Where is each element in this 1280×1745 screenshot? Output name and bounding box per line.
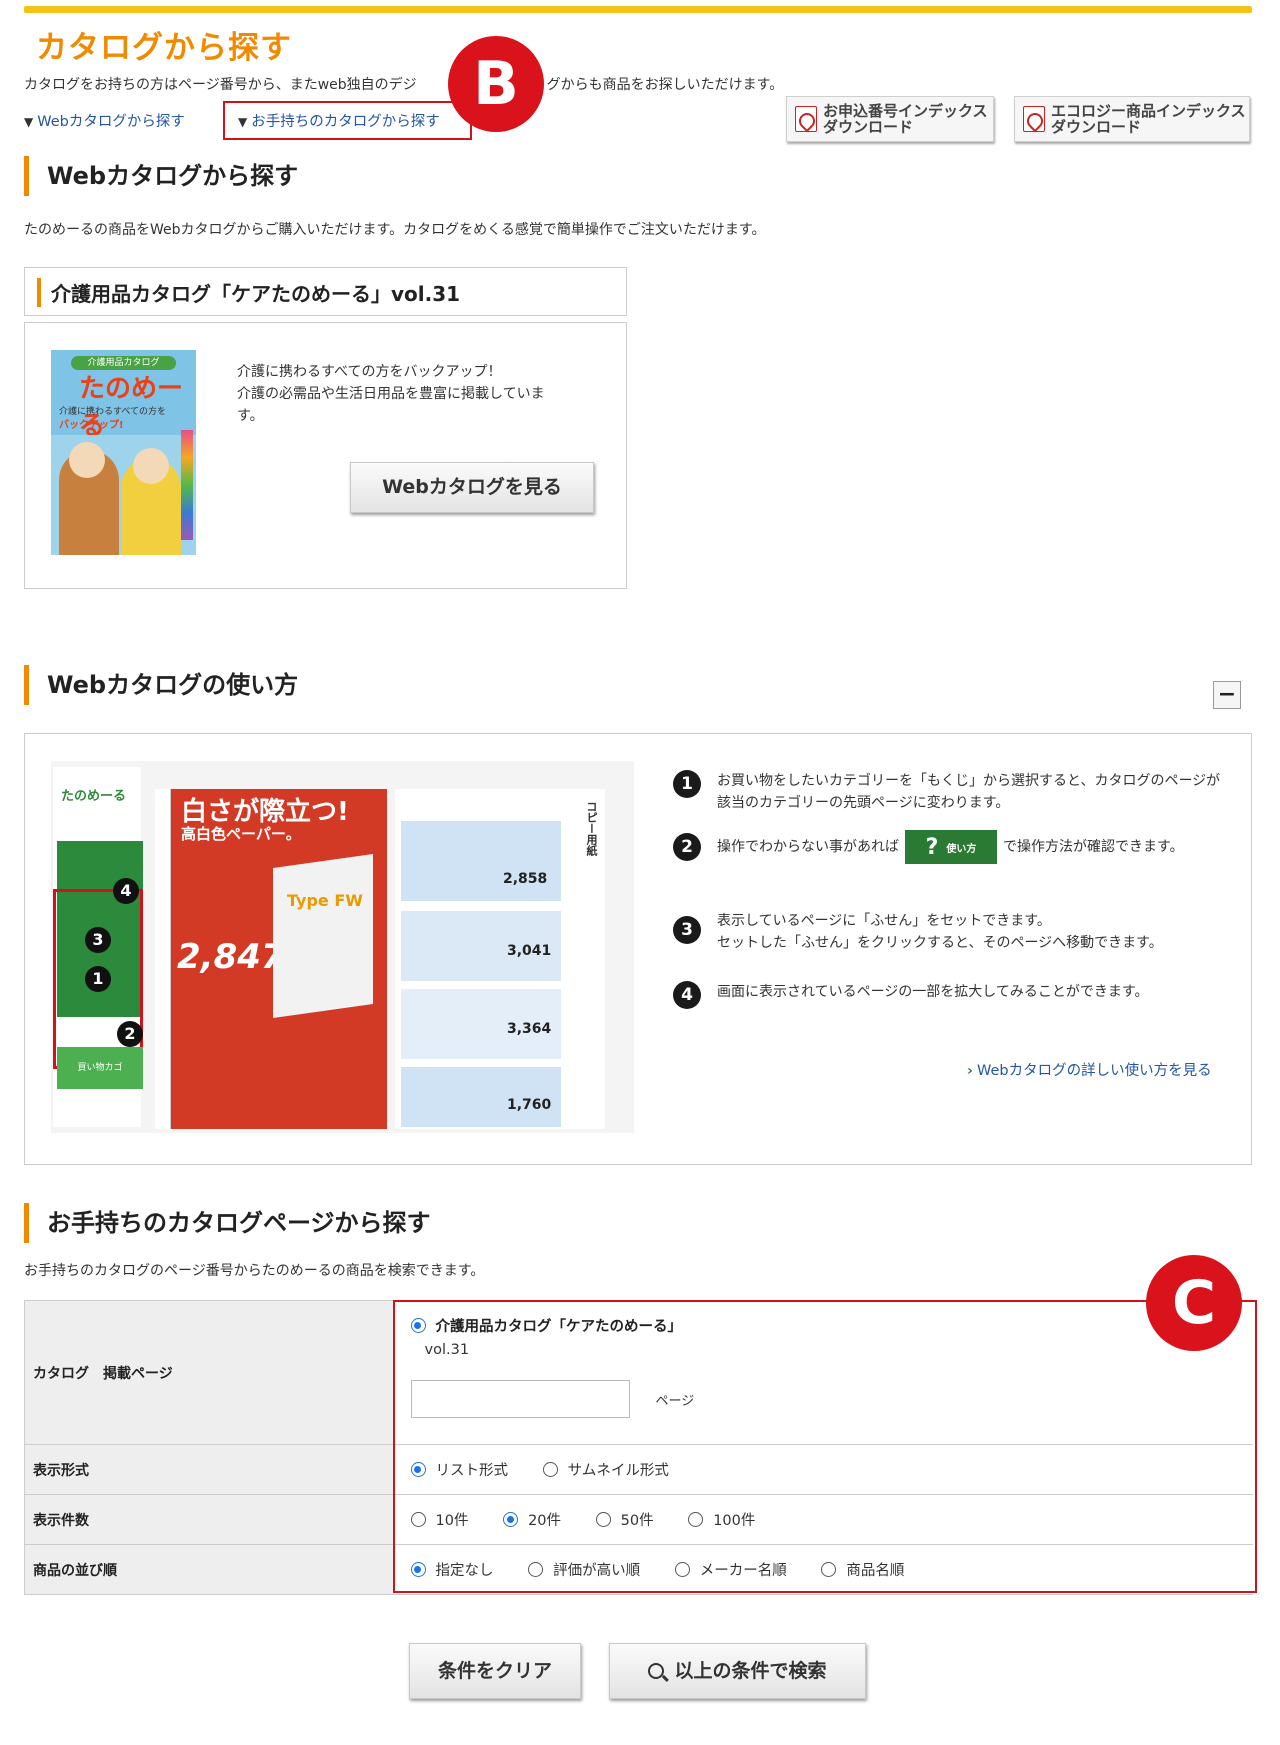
view-web-catalog-button[interactable]: Webカタログを見る — [350, 462, 594, 513]
collapse-button[interactable]: − — [1213, 681, 1241, 709]
triangle-down-icon: ▼ — [238, 115, 248, 129]
howto-help-button-image: ? 使い方 — [905, 830, 997, 864]
highlight-box-c — [393, 1300, 1257, 1593]
triangle-down-icon: ▼ — [24, 115, 34, 129]
page-intro: カタログをお持ちの方はページ番号から、またweb独自のデジ グからも商品をお探しい… — [24, 77, 784, 93]
catalog-desc: 介護に携わるすべての方をバックアップ！ 介護の必需品や生活日用品を豊富に掲載して… — [237, 364, 545, 424]
chevron-right-icon: › — [967, 1063, 973, 1079]
catalog-cover-image[interactable]: 介護用品カタログ たのめーる 介護に携わるすべての方を バックアップ! — [51, 350, 196, 555]
catalog-title: 介護用品カタログ「ケアたのめーる」vol.31 — [37, 278, 626, 307]
howto-step-4: 4 画面に表示されているページの一部を拡大してみることができます。 — [673, 981, 1233, 1009]
search-desc: お手持ちのカタログのページ番号からたのめーるの商品を検索できます。 — [24, 1263, 485, 1279]
catalog-page-label: カタログ 掲載ページ — [24, 1300, 395, 1445]
search-button[interactable]: 以上の条件で検索 — [609, 1643, 866, 1699]
clear-conditions-button[interactable]: 条件をクリア — [409, 1643, 581, 1699]
web-catalog-heading: Webカタログから探す — [24, 156, 524, 196]
top-accent-bar — [24, 6, 1252, 13]
howto-heading: Webカタログの使い方 — [24, 665, 524, 705]
download-order-index-button[interactable]: お申込番号インデックス ダウンロード — [786, 96, 994, 142]
howto-step-3: 3 表示しているページに「ふせん」をセットできます。 セットした「ふせん」をクリッ… — [673, 910, 1233, 954]
display-format-label: 表示形式 — [24, 1444, 395, 1495]
sort-order-label: 商品の並び順 — [24, 1544, 395, 1595]
catalog-card: 介護用品カタログ たのめーる 介護に携わるすべての方を バックアップ! 介護に携… — [24, 322, 627, 589]
download-ecology-index-button[interactable]: エコロジー商品インデックス ダウンロード — [1014, 96, 1250, 142]
search-icon — [648, 1663, 670, 1682]
catalog-title-box: 介護用品カタログ「ケアたのめーる」vol.31 — [24, 267, 627, 316]
pdf-icon — [1023, 106, 1045, 132]
display-count-label: 表示件数 — [24, 1494, 395, 1545]
search-heading: お手持ちのカタログページから探す — [24, 1203, 624, 1243]
howto-box: たのめーる 買い物カゴ 4 3 1 2 白さが際立つ! 高白色ペーパー。 2,8… — [24, 733, 1252, 1165]
web-catalog-desc: たのめーるの商品をWebカタログからご購入いただけます。カタログをめくる感覚で簡… — [24, 222, 766, 238]
howto-step-2: 2 操作でわからない事があれば ? 使い方 で操作方法が確認できます。 — [673, 830, 1233, 864]
web-catalog-screenshot: たのめーる 買い物カゴ 4 3 1 2 白さが際立つ! 高白色ペーパー。 2,8… — [51, 761, 634, 1133]
annotation-badge-b: B — [448, 36, 544, 132]
nav-web-catalog[interactable]: ▼ Webカタログから探す — [24, 110, 185, 131]
annotation-badge-c: C — [1146, 1255, 1242, 1351]
nav-own-catalog[interactable]: ▼ お手持ちのカタログから探す — [238, 110, 440, 131]
page-title: カタログから探す — [36, 30, 292, 66]
question-icon: ? — [925, 834, 939, 860]
howto-step-1: 1 お買い物をしたいカテゴリーを「もくじ」から選択すると、カタログのページが該当… — [673, 770, 1233, 814]
pdf-icon — [795, 106, 817, 132]
howto-detail-link[interactable]: › Webカタログの詳しい使い方を見る — [967, 1059, 1212, 1080]
